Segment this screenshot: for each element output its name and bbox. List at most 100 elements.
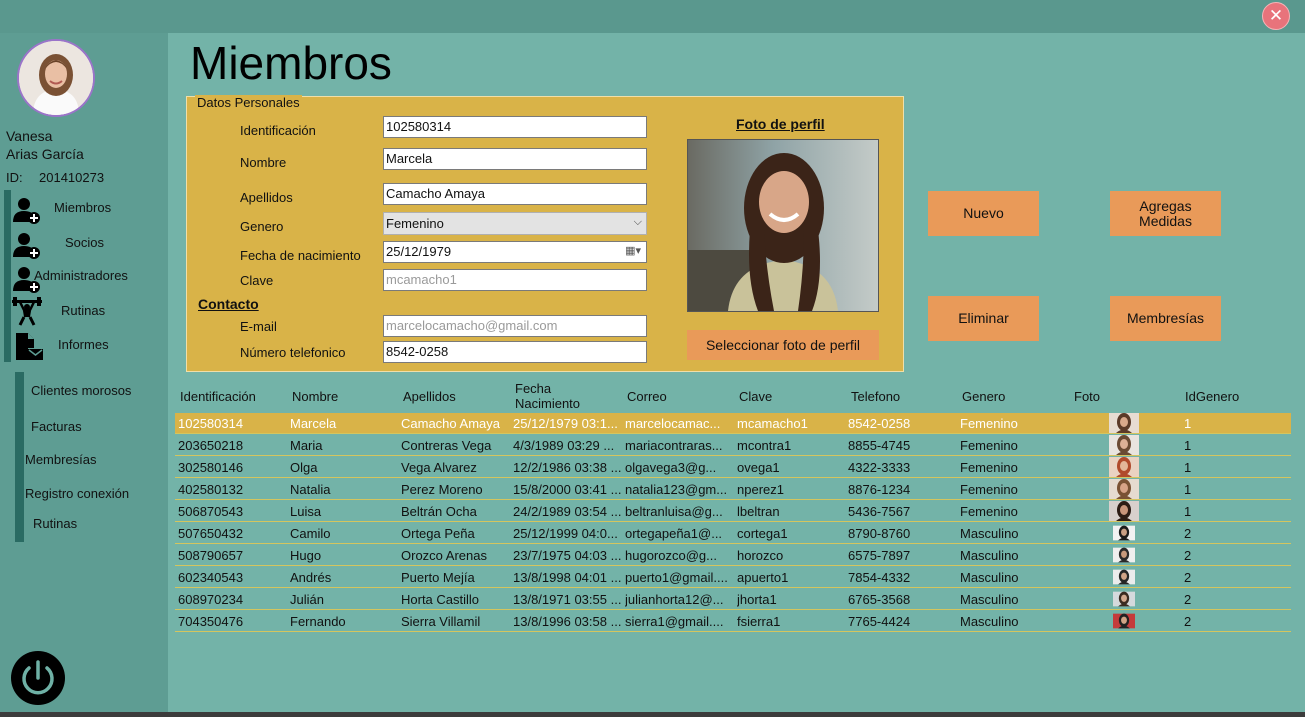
table-cell: Femenino — [960, 504, 1018, 519]
column-header-fecha-nacimiento[interactable]: Fecha Nacimiento — [515, 381, 590, 411]
table-cell: mcontra1 — [737, 438, 792, 453]
table-cell: Horta Castillo — [401, 592, 480, 607]
submenu-membresias[interactable]: Membresías — [25, 452, 97, 467]
email-label: E-mail — [240, 319, 277, 334]
apellidos-label: Apellidos — [240, 190, 293, 205]
calendar-icon[interactable]: ▦▾ — [625, 244, 641, 257]
table-row[interactable]: 507650432 Camilo Ortega Peña 25/12/1999 04:… — [175, 523, 1291, 544]
nav-item-socios[interactable]: Socios — [0, 228, 168, 262]
table-cell: Femenino — [960, 482, 1018, 497]
table-cell: 508790657 — [178, 548, 244, 563]
table-row[interactable]: 608970234 Julián Horta Castillo 13/8/1971 0… — [175, 589, 1291, 610]
table-cell: Masculino — [960, 548, 1019, 563]
column-header-telefono[interactable]: Telefono — [851, 389, 900, 404]
table-cell: Ortega Peña — [401, 526, 475, 541]
user-id-label: ID: — [6, 170, 23, 185]
table-row[interactable]: 602340543 Andrés Puerto Mejía 13/8/1998 04:… — [175, 567, 1291, 588]
email-input[interactable]: marcelocamacho@gmail.com — [383, 315, 647, 337]
table-cell: ortegapeña1@... — [625, 526, 723, 541]
identificacion-input[interactable]: 102580314 — [383, 116, 647, 138]
table-cell: 7854-4332 — [848, 570, 911, 585]
table-row[interactable]: 302580146 Olga Vega Alvarez 12/2/1986 03:38… — [175, 457, 1291, 478]
table-row[interactable]: 506870543 Luisa Beltrán Ocha 24/2/1989 03:5… — [175, 501, 1291, 522]
eliminar-button[interactable]: Eliminar — [928, 296, 1039, 341]
table-cell: 5436-7567 — [848, 504, 911, 519]
column-header-idgenero[interactable]: IdGenero — [1185, 389, 1239, 404]
table-cell: Masculino — [960, 526, 1019, 541]
table-cell: 8855-4745 — [848, 438, 911, 453]
submenu-facturas[interactable]: Facturas — [31, 419, 82, 434]
genero-select[interactable]: Femenino ⌵ — [383, 212, 647, 235]
table-cell: lbeltran — [737, 504, 780, 519]
submenu-clientes-morosos[interactable]: Clientes morosos — [31, 383, 131, 398]
report-mail-icon — [16, 333, 43, 360]
nombre-input[interactable]: Marcela — [383, 148, 647, 170]
column-header-correo[interactable]: Correo — [627, 389, 667, 404]
table-cell: Sierra Villamil — [401, 614, 481, 629]
table-cell: Natalia — [290, 482, 331, 497]
table-cell: 2 — [1184, 614, 1192, 629]
table-cell: nperez1 — [737, 482, 784, 497]
column-header-clave[interactable]: Clave — [739, 389, 772, 404]
row-photo-thumbnail — [1109, 501, 1139, 521]
table-cell: 13/8/1971 03:55 ... — [513, 592, 621, 607]
table-row[interactable]: 102580314 Marcela Camacho Amaya 25/12/1979 … — [175, 413, 1291, 434]
nav-item-rutinas[interactable]: Rutinas — [0, 296, 168, 330]
user-last-name: Arias García — [6, 146, 84, 162]
column-header-genero[interactable]: Genero — [962, 389, 1005, 404]
fecha-nacimiento-picker[interactable]: 25/12/1979 ▦▾ — [383, 241, 647, 263]
table-cell: 8876-1234 — [848, 482, 911, 497]
table-cell: 23/7/1975 04:03 ... — [513, 548, 621, 563]
nav-label-miembros: Miembros — [54, 200, 112, 215]
table-cell: Femenino — [960, 438, 1018, 453]
table-cell: 2 — [1184, 526, 1192, 541]
select-photo-button[interactable]: Seleccionar foto de perfil — [687, 330, 879, 360]
table-cell: cortega1 — [737, 526, 788, 541]
table-cell: apuerto1 — [737, 570, 789, 585]
column-header-apellidos[interactable]: Apellidos — [403, 389, 456, 404]
table-row[interactable]: 508790657 Hugo Orozco Arenas 23/7/1975 04:0… — [175, 545, 1291, 566]
row-photo-thumbnail — [1113, 611, 1135, 631]
table-cell: 6575-7897 — [848, 548, 911, 563]
nav-label-rutinas: Rutinas — [61, 303, 106, 318]
submenu-rutinas[interactable]: Rutinas — [33, 516, 77, 531]
telefono-label: Número telefonico — [240, 345, 346, 360]
row-photo-thumbnail — [1109, 413, 1139, 433]
table-row[interactable]: 704350476 Fernando Sierra Villamil 13/8/199… — [175, 611, 1291, 632]
close-icon[interactable]: ✕ — [1262, 2, 1290, 30]
table-cell: fsierra1 — [737, 614, 781, 629]
nav-item-administradores[interactable]: Administradores — [0, 262, 168, 296]
table-cell: beltranluisa@g... — [625, 504, 723, 519]
table-cell: 704350476 — [178, 614, 244, 629]
table-row[interactable]: 203650218 Maria Contreras Vega 4/3/1989 03:… — [175, 435, 1291, 456]
chevron-down-icon[interactable]: ⌵ — [634, 216, 642, 229]
table-cell: marcelocamac... — [625, 416, 721, 431]
row-photo-thumbnail — [1113, 545, 1135, 565]
table-cell: Olga — [290, 460, 318, 475]
datos-personales-title: Datos Personales — [195, 95, 302, 110]
table-cell: 1 — [1184, 460, 1192, 475]
column-header-foto[interactable]: Foto — [1074, 389, 1100, 404]
telefono-input[interactable]: 8542-0258 — [383, 341, 647, 363]
table-cell: Masculino — [960, 570, 1019, 585]
membresias-button[interactable]: Membresías — [1110, 296, 1221, 341]
table-cell: 4/3/1989 03:29 ... — [513, 438, 615, 453]
table-cell: Masculino — [960, 592, 1019, 607]
nav-item-informes[interactable]: Informes — [0, 330, 168, 364]
row-photo-thumbnail — [1113, 589, 1135, 609]
nuevo-button[interactable]: Nuevo — [928, 191, 1039, 236]
table-cell: Luisa — [290, 504, 322, 519]
nav-item-miembros[interactable]: Miembros — [0, 193, 168, 227]
table-row[interactable]: 402580132 Natalia Perez Moreno 15/8/2000 03… — [175, 479, 1291, 500]
submenu-registro-conexion[interactable]: Registro conexión — [25, 486, 129, 501]
agregar-medidas-button[interactable]: Agregas Medidas — [1110, 191, 1221, 236]
table-cell: jhorta1 — [737, 592, 777, 607]
table-cell: puerto1@gmail.... — [625, 570, 728, 585]
column-header-nombre[interactable]: Nombre — [292, 389, 338, 404]
power-button[interactable] — [11, 651, 65, 705]
table-cell: Perez Moreno — [401, 482, 483, 497]
column-header-identificacion[interactable]: Identificación — [180, 389, 256, 404]
clave-input[interactable]: mcamacho1 — [383, 269, 647, 291]
apellidos-input[interactable]: Camacho Amaya — [383, 183, 647, 205]
table-cell: Julián — [290, 592, 324, 607]
